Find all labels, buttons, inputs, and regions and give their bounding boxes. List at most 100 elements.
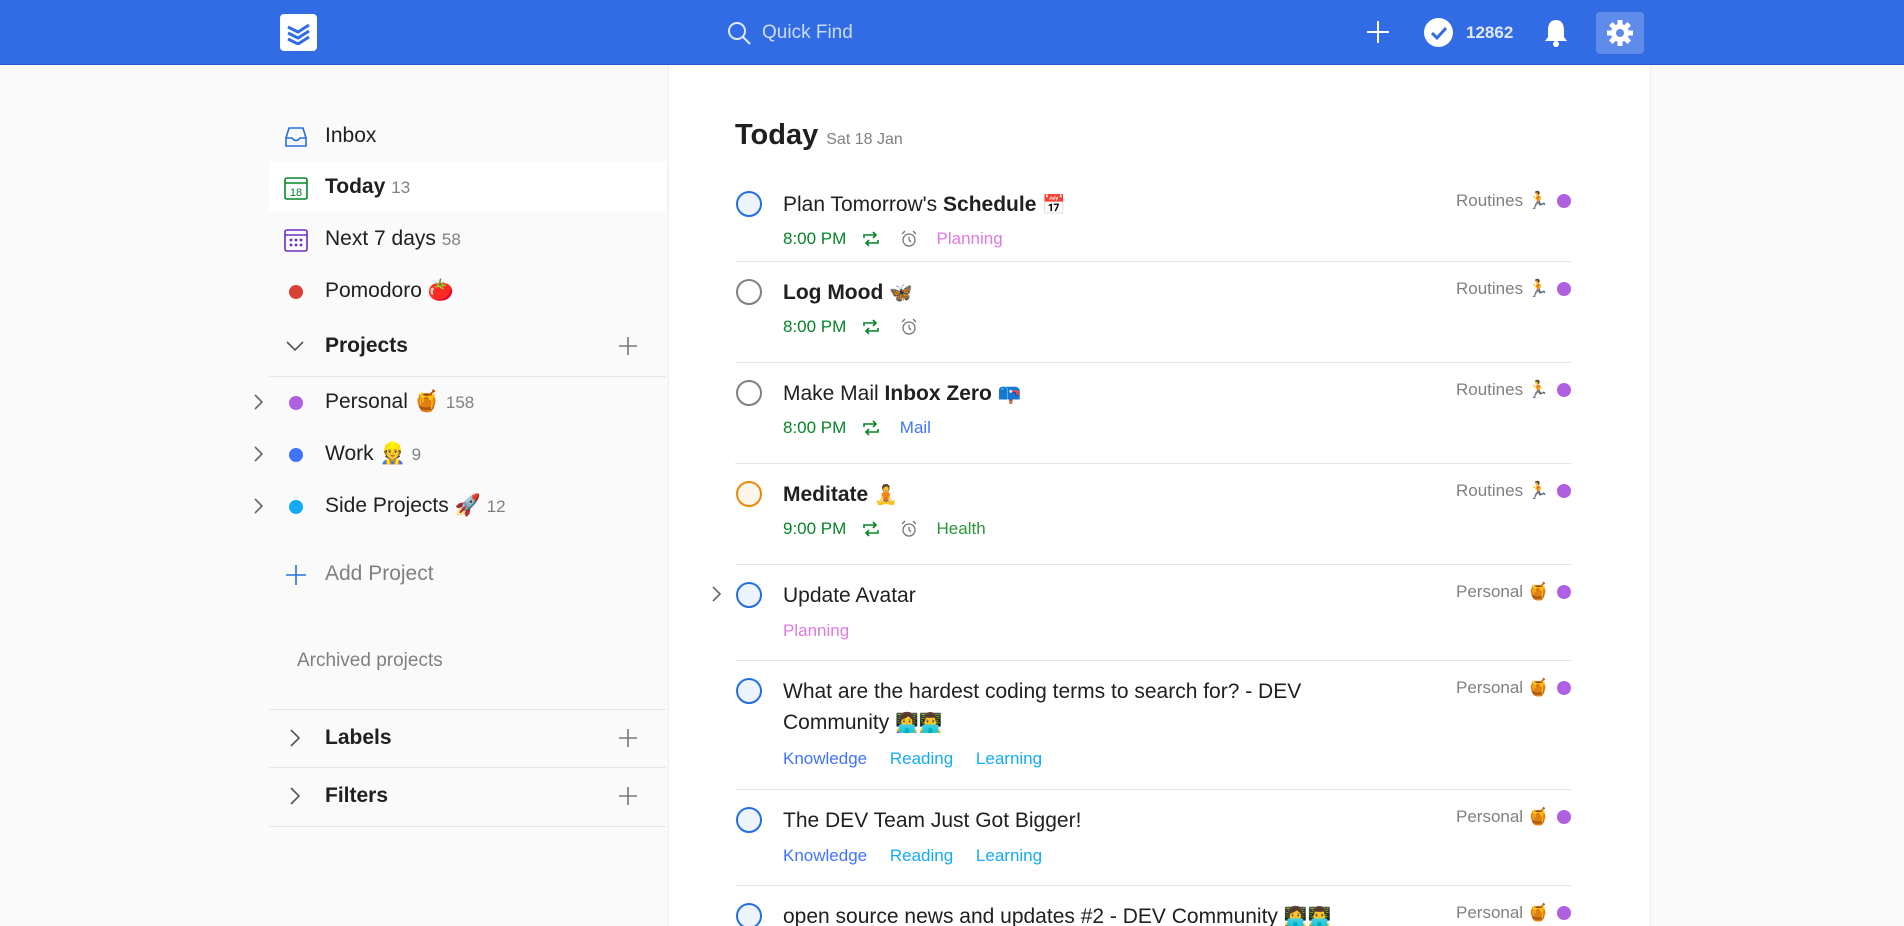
- filters-header: Filters: [325, 784, 389, 807]
- inbox-icon: [285, 127, 307, 147]
- task-title[interactable]: Meditate 🧘: [783, 479, 898, 511]
- sidebar-item-pomodoro[interactable]: Pomodoro 🍅: [269, 266, 666, 316]
- add-project-label: Add Project: [325, 562, 434, 585]
- task-checkbox[interactable]: [736, 481, 762, 507]
- task-title[interactable]: Plan Tomorrow's Schedule 📅: [783, 189, 1066, 221]
- due-time[interactable]: 8:00 PM: [783, 229, 846, 248]
- quick-find-search[interactable]: Quick Find: [722, 16, 1022, 48]
- task-checkbox[interactable]: [736, 279, 762, 305]
- search-icon: [728, 22, 751, 45]
- task-project[interactable]: Personal 🍯: [1456, 582, 1571, 602]
- chevron-right-icon: [290, 787, 301, 805]
- notifications-button[interactable]: [1540, 16, 1572, 48]
- task-label[interactable]: Knowledge: [783, 846, 867, 865]
- filters-section-header[interactable]: Filters: [269, 768, 666, 824]
- karma-button[interactable]: 12862: [1424, 18, 1524, 48]
- chevron-right-icon[interactable]: [253, 498, 265, 514]
- task-item[interactable]: Meditate 🧘 9:00 PM Health Routines 🏃: [735, 465, 1571, 565]
- task-checkbox[interactable]: [736, 807, 762, 833]
- task-item[interactable]: Make Mail Inbox Zero 📪 8:00 PM Mail Rout…: [735, 364, 1571, 464]
- gear-icon: [1607, 20, 1633, 46]
- repeat-icon: [863, 231, 879, 247]
- chevron-right-icon[interactable]: [711, 585, 723, 603]
- todoist-logo-icon[interactable]: [280, 14, 317, 51]
- project-color-dot-icon: [1557, 906, 1571, 920]
- due-time[interactable]: 9:00 PM: [783, 519, 846, 538]
- task-item[interactable]: The DEV Team Just Got Bigger! Knowledge …: [735, 791, 1571, 886]
- task-label[interactable]: Learning: [976, 846, 1042, 865]
- task-title[interactable]: Update Avatar: [783, 580, 916, 611]
- task-label[interactable]: Learning: [976, 749, 1042, 768]
- task-project[interactable]: Personal 🍯: [1456, 678, 1571, 698]
- sidebar-item-today[interactable]: 18 Today 13: [269, 162, 666, 212]
- task-label[interactable]: Knowledge: [783, 749, 867, 768]
- plus-icon: [1367, 21, 1389, 43]
- due-time[interactable]: 8:00 PM: [783, 418, 846, 437]
- task-title[interactable]: Make Mail Inbox Zero 📪: [783, 378, 1021, 410]
- sidebar-item-label: Today 13: [325, 175, 411, 198]
- task-label[interactable]: Mail: [900, 418, 931, 437]
- add-task-button[interactable]: [1362, 16, 1394, 48]
- sidebar-item-label: Inbox: [325, 124, 377, 147]
- project-color-dot-icon: [1557, 681, 1571, 695]
- project-item-work[interactable]: Work 👷 9: [254, 429, 666, 479]
- task-item[interactable]: Update Avatar Planning Personal 🍯: [712, 566, 1571, 661]
- project-color-dot-icon: [1557, 484, 1571, 498]
- task-title[interactable]: Log Mood 🦋: [783, 277, 913, 309]
- alarm-clock-icon[interactable]: [900, 230, 918, 248]
- task-project[interactable]: Routines 🏃: [1456, 279, 1571, 299]
- archived-projects-link[interactable]: Archived projects: [297, 650, 443, 672]
- alarm-clock-icon[interactable]: [900, 318, 918, 336]
- task-label[interactable]: Reading: [890, 846, 953, 865]
- sidebar-item-label: Pomodoro 🍅: [325, 279, 454, 302]
- task-item[interactable]: Plan Tomorrow's Schedule 📅 8:00 PM Plann…: [735, 175, 1571, 262]
- task-title[interactable]: What are the hardest coding terms to sea…: [783, 676, 1343, 739]
- task-checkbox[interactable]: [736, 678, 762, 704]
- project-label: Side Projects 🚀 12: [325, 494, 506, 517]
- task-item[interactable]: What are the hardest coding terms to sea…: [735, 662, 1571, 790]
- project-color-dot-icon: [289, 500, 303, 514]
- task-label[interactable]: Health: [937, 519, 986, 538]
- task-project[interactable]: Routines 🏃: [1456, 191, 1571, 211]
- task-checkbox[interactable]: [736, 582, 762, 608]
- top-bar: Quick Find 12862: [0, 0, 1904, 65]
- task-label[interactable]: Reading: [890, 749, 953, 768]
- chevron-right-icon[interactable]: [253, 446, 265, 462]
- task-item[interactable]: Log Mood 🦋 8:00 PM Routines 🏃: [735, 263, 1571, 363]
- task-title[interactable]: The DEV Team Just Got Bigger!: [783, 805, 1081, 836]
- task-checkbox[interactable]: [736, 903, 762, 926]
- task-label[interactable]: Planning: [783, 621, 849, 640]
- search-placeholder: Quick Find: [762, 22, 853, 43]
- project-color-dot-icon: [1557, 810, 1571, 824]
- settings-button[interactable]: [1596, 12, 1644, 54]
- main-content: Today Sat 18 Jan Plan Tomorrow's Schedule…: [668, 65, 1651, 926]
- add-project-button[interactable]: Add Project: [269, 549, 666, 599]
- sidebar-item-next-7-days[interactable]: Next 7 days 58: [269, 214, 666, 264]
- add-label-plus-icon[interactable]: [618, 728, 638, 748]
- task-label[interactable]: Planning: [937, 229, 1003, 248]
- project-color-dot-icon: [1557, 383, 1571, 397]
- task-title[interactable]: open source news and updates #2 - DEV Co…: [783, 901, 1331, 926]
- sidebar-item-inbox[interactable]: Inbox: [269, 111, 666, 161]
- task-meta: 8:00 PM Mail: [783, 418, 949, 442]
- sidebar: Inbox 18 Today 13 Next 7 days 58 Pomodoro …: [254, 65, 666, 926]
- project-item-side-projects[interactable]: Side Projects 🚀 12: [254, 481, 666, 531]
- task-item[interactable]: open source news and updates #2 - DEV Co…: [735, 887, 1571, 926]
- add-project-plus-icon[interactable]: [618, 336, 638, 356]
- project-color-dot-icon: [1557, 194, 1571, 208]
- projects-section-header[interactable]: Projects: [269, 318, 666, 374]
- project-item-personal[interactable]: Personal 🍯 158: [254, 377, 666, 427]
- alarm-clock-icon[interactable]: [900, 520, 918, 538]
- task-project[interactable]: Routines 🏃: [1456, 380, 1571, 400]
- divider: [269, 826, 666, 827]
- task-project[interactable]: Personal 🍯: [1456, 807, 1571, 827]
- task-project[interactable]: Routines 🏃: [1456, 481, 1571, 501]
- add-filter-plus-icon[interactable]: [618, 786, 638, 806]
- task-checkbox[interactable]: [736, 191, 762, 217]
- bell-icon: [1545, 20, 1567, 47]
- task-project[interactable]: Personal 🍯: [1456, 903, 1571, 923]
- labels-section-header[interactable]: Labels: [269, 710, 666, 766]
- due-time[interactable]: 8:00 PM: [783, 317, 846, 336]
- chevron-right-icon[interactable]: [253, 394, 265, 410]
- task-checkbox[interactable]: [736, 380, 762, 406]
